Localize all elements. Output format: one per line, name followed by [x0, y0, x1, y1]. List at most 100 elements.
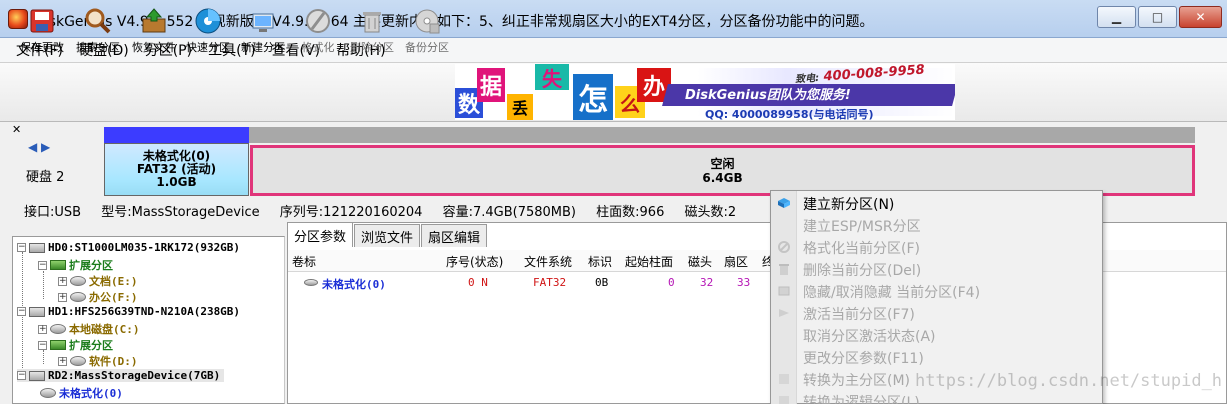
- minimize-button[interactable]: ▁: [1097, 6, 1136, 28]
- menu-create-partition[interactable]: 建立新分区(N): [803, 194, 894, 214]
- collapse-toggle[interactable]: −: [17, 371, 26, 380]
- col-start-cylinder[interactable]: 起始柱面: [625, 253, 673, 270]
- save-icon: [27, 6, 57, 36]
- col-index-status[interactable]: 序号(状态): [446, 253, 503, 270]
- menu-hide-partition[interactable]: 隐藏/取消隐藏 当前分区(F4): [803, 282, 980, 302]
- menu-convert-primary[interactable]: 转换为主分区(M): [803, 370, 910, 390]
- heads-info: 磁头数:2: [684, 205, 737, 220]
- partition-icon: [70, 276, 86, 286]
- banner-brand-text: DiskGenius团队为您服务!: [685, 88, 851, 103]
- menu-deactivate-partition[interactable]: 取消分区激活状态(A): [803, 326, 936, 346]
- delete-partition-button[interactable]: 删除分区: [345, 4, 399, 58]
- cell-start-cylinder: 0: [668, 276, 675, 289]
- free-space-block[interactable]: 空闲 6.4GB: [250, 145, 1195, 196]
- banner-qq: QQ: 4000089958(与电话同号): [705, 108, 874, 120]
- new-partition-button[interactable]: 新建分区: [236, 4, 290, 58]
- partition-icon: [40, 388, 56, 398]
- menu-create-esp-msr[interactable]: 建立ESP/MSR分区: [803, 216, 921, 236]
- backup-icon: [412, 6, 442, 36]
- partition-usage-bar: [104, 127, 249, 143]
- recover-files-button[interactable]: 恢复文件: [127, 4, 181, 58]
- disk-usage-bar: [104, 127, 1195, 143]
- collapse-toggle[interactable]: −: [17, 307, 26, 316]
- disk-icon: [29, 370, 45, 381]
- menu-format-partition[interactable]: 格式化当前分区(F): [803, 238, 920, 258]
- activate-icon: [779, 309, 789, 317]
- partition-icon: [70, 292, 86, 302]
- collapse-toggle[interactable]: −: [17, 243, 26, 252]
- cell-index-status: 0 N: [468, 276, 488, 289]
- banner-tile: 据: [477, 68, 505, 102]
- recover-box-icon: [139, 6, 169, 36]
- partition-icon: [304, 279, 318, 286]
- menu-convert-logical[interactable]: 转换为逻辑分区(L): [803, 392, 920, 404]
- col-filesystem[interactable]: 文件系统: [524, 253, 572, 270]
- banner-tile: 丢: [507, 94, 533, 120]
- tree-node-rd2[interactable]: − RD2:MassStorageDevice(7GB): [17, 369, 225, 382]
- banner-tile: 怎: [573, 74, 613, 120]
- new-partition-icon: [778, 198, 790, 208]
- cell-head: 32: [700, 276, 714, 289]
- collapse-toggle[interactable]: −: [38, 260, 47, 270]
- magnifier-icon: [83, 6, 113, 36]
- close-button[interactable]: ✕: [1179, 6, 1222, 28]
- tab-partition-params[interactable]: 分区参数: [287, 222, 354, 247]
- menu-delete-partition[interactable]: 删除当前分区(Del): [803, 260, 921, 280]
- extended-partition-icon: [50, 260, 66, 270]
- banner-tile: 失: [535, 64, 569, 91]
- free-space-size: 6.4GB: [702, 170, 743, 185]
- backup-partition-button[interactable]: 备份分区: [400, 4, 454, 58]
- disk-info-line: 接口:USB 型号:MassStorageDevice 序列号:12122016…: [24, 201, 752, 220]
- tree-node-partition-f[interactable]: + 办公(F:): [58, 289, 138, 305]
- partition-block-unformatted[interactable]: 未格式化(0) FAT32 (活动) 1.0GB: [104, 143, 249, 196]
- advertisement-banner[interactable]: 数 据 丢 失 怎 么 办 DiskGenius团队为您服务! 致电: 400-…: [455, 64, 955, 120]
- menu-change-params[interactable]: 更改分区参数(F11): [803, 348, 924, 368]
- format-button[interactable]: 格式化: [291, 4, 345, 58]
- col-sector[interactable]: 扇区: [724, 253, 748, 270]
- interface-info: 接口:USB: [24, 205, 82, 220]
- partition-icon: [70, 356, 86, 366]
- col-id[interactable]: 标识: [588, 253, 612, 270]
- expand-toggle[interactable]: +: [58, 276, 67, 286]
- format-icon: [778, 241, 790, 253]
- tree-node-extended[interactable]: − 扩展分区: [38, 257, 113, 273]
- close-panel-icon[interactable]: ✕: [12, 123, 21, 136]
- cell-filesystem: FAT32: [533, 276, 567, 289]
- menu-activate-partition[interactable]: 激活当前分区(F7): [803, 304, 915, 324]
- minimize-icon: ▁: [1111, 10, 1122, 24]
- col-head[interactable]: 磁头: [688, 253, 712, 270]
- cell-sector: 33: [737, 276, 751, 289]
- tree-node-hd0[interactable]: − HD0:ST1000LM035-1RK172(932GB): [17, 241, 240, 254]
- disk-label: 硬盘 2: [26, 170, 65, 185]
- serial-info: 序列号:121220160204: [279, 205, 423, 220]
- disk-nav-arrows[interactable]: ◀ ▶: [28, 140, 50, 154]
- tree-node-extended[interactable]: − 扩展分区: [38, 337, 113, 353]
- extended-partition-icon: [50, 340, 66, 350]
- tab-bar: 分区参数 浏览文件 扇区编辑: [287, 222, 488, 247]
- capacity-info: 容量:7.4GB(7580MB): [442, 205, 576, 220]
- model-info: 型号:MassStorageDevice: [101, 205, 260, 220]
- tab-browse-files[interactable]: 浏览文件: [354, 224, 421, 247]
- disk-icon: [29, 242, 45, 253]
- expand-toggle[interactable]: +: [38, 324, 47, 334]
- collapse-toggle[interactable]: −: [38, 340, 47, 350]
- tree-node-partition-e[interactable]: + 文档(E:): [58, 273, 138, 289]
- col-label[interactable]: 卷标: [292, 253, 316, 270]
- partition-icon: [50, 324, 66, 334]
- tree-node-hd1[interactable]: − HD1:HFS256G39TND-N210A(238GB): [17, 305, 240, 318]
- quick-partition-button[interactable]: 快速分区: [181, 4, 235, 58]
- save-changes-button[interactable]: 保存更改: [15, 4, 69, 58]
- cylinders-info: 柱面数:966: [596, 205, 665, 220]
- tree-node-unformatted[interactable]: 未格式化(0): [40, 385, 123, 401]
- disk-icon: [29, 306, 45, 317]
- tree-node-partition-c[interactable]: + 本地磁盘(C:): [38, 321, 140, 337]
- tree-node-partition-d[interactable]: + 软件(D:): [58, 353, 138, 369]
- maximize-button[interactable]: □: [1138, 6, 1177, 28]
- partition-size: 1.0GB: [156, 175, 197, 189]
- tab-sector-editor[interactable]: 扇区编辑: [421, 224, 488, 247]
- close-icon: ✕: [1195, 10, 1206, 24]
- expand-toggle[interactable]: +: [58, 356, 67, 366]
- convert-icon: [779, 396, 789, 404]
- expand-toggle[interactable]: +: [58, 292, 67, 302]
- search-partition-button[interactable]: 搜索分区: [71, 4, 125, 58]
